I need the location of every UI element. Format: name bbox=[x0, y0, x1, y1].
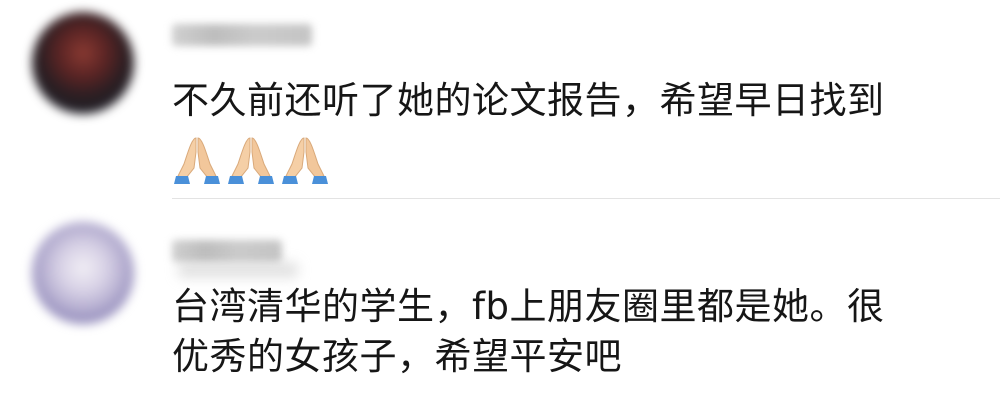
comment-divider bbox=[172, 198, 1000, 199]
comment-item: 台湾清华的学生，fb上朋友圈里都是她。很 优秀的女孩子，希望平安吧 bbox=[0, 200, 1000, 416]
comment-feed: 不久前还听了她的论文报告，希望早日找到 台湾清华的学生，fb上朋友圈里都是她。很… bbox=[0, 0, 1000, 416]
blurred-text bbox=[178, 262, 298, 278]
comment-item: 不久前还听了她的论文报告，希望早日找到 bbox=[0, 0, 1000, 198]
comment-text-line: 台湾清华的学生，fb上朋友圈里都是她。很 bbox=[172, 285, 885, 328]
comment-text: 不久前还听了她的论文报告，希望早日找到 bbox=[172, 76, 885, 126]
username[interactable] bbox=[172, 24, 312, 46]
folded-hands-icon bbox=[228, 137, 274, 184]
comment-text: 台湾清华的学生，fb上朋友圈里都是她。很 优秀的女孩子，希望平安吧 bbox=[172, 282, 885, 382]
username[interactable] bbox=[172, 240, 282, 262]
comment-text-line: 优秀的女孩子，希望平安吧 bbox=[172, 335, 622, 378]
avatar[interactable] bbox=[32, 222, 134, 324]
emoji-row bbox=[172, 132, 330, 188]
folded-hands-icon bbox=[282, 137, 328, 184]
folded-hands-icon bbox=[174, 137, 220, 184]
avatar[interactable] bbox=[32, 12, 134, 114]
comment-text-line: 不久前还听了她的论文报告，希望早日找到 bbox=[172, 79, 885, 122]
